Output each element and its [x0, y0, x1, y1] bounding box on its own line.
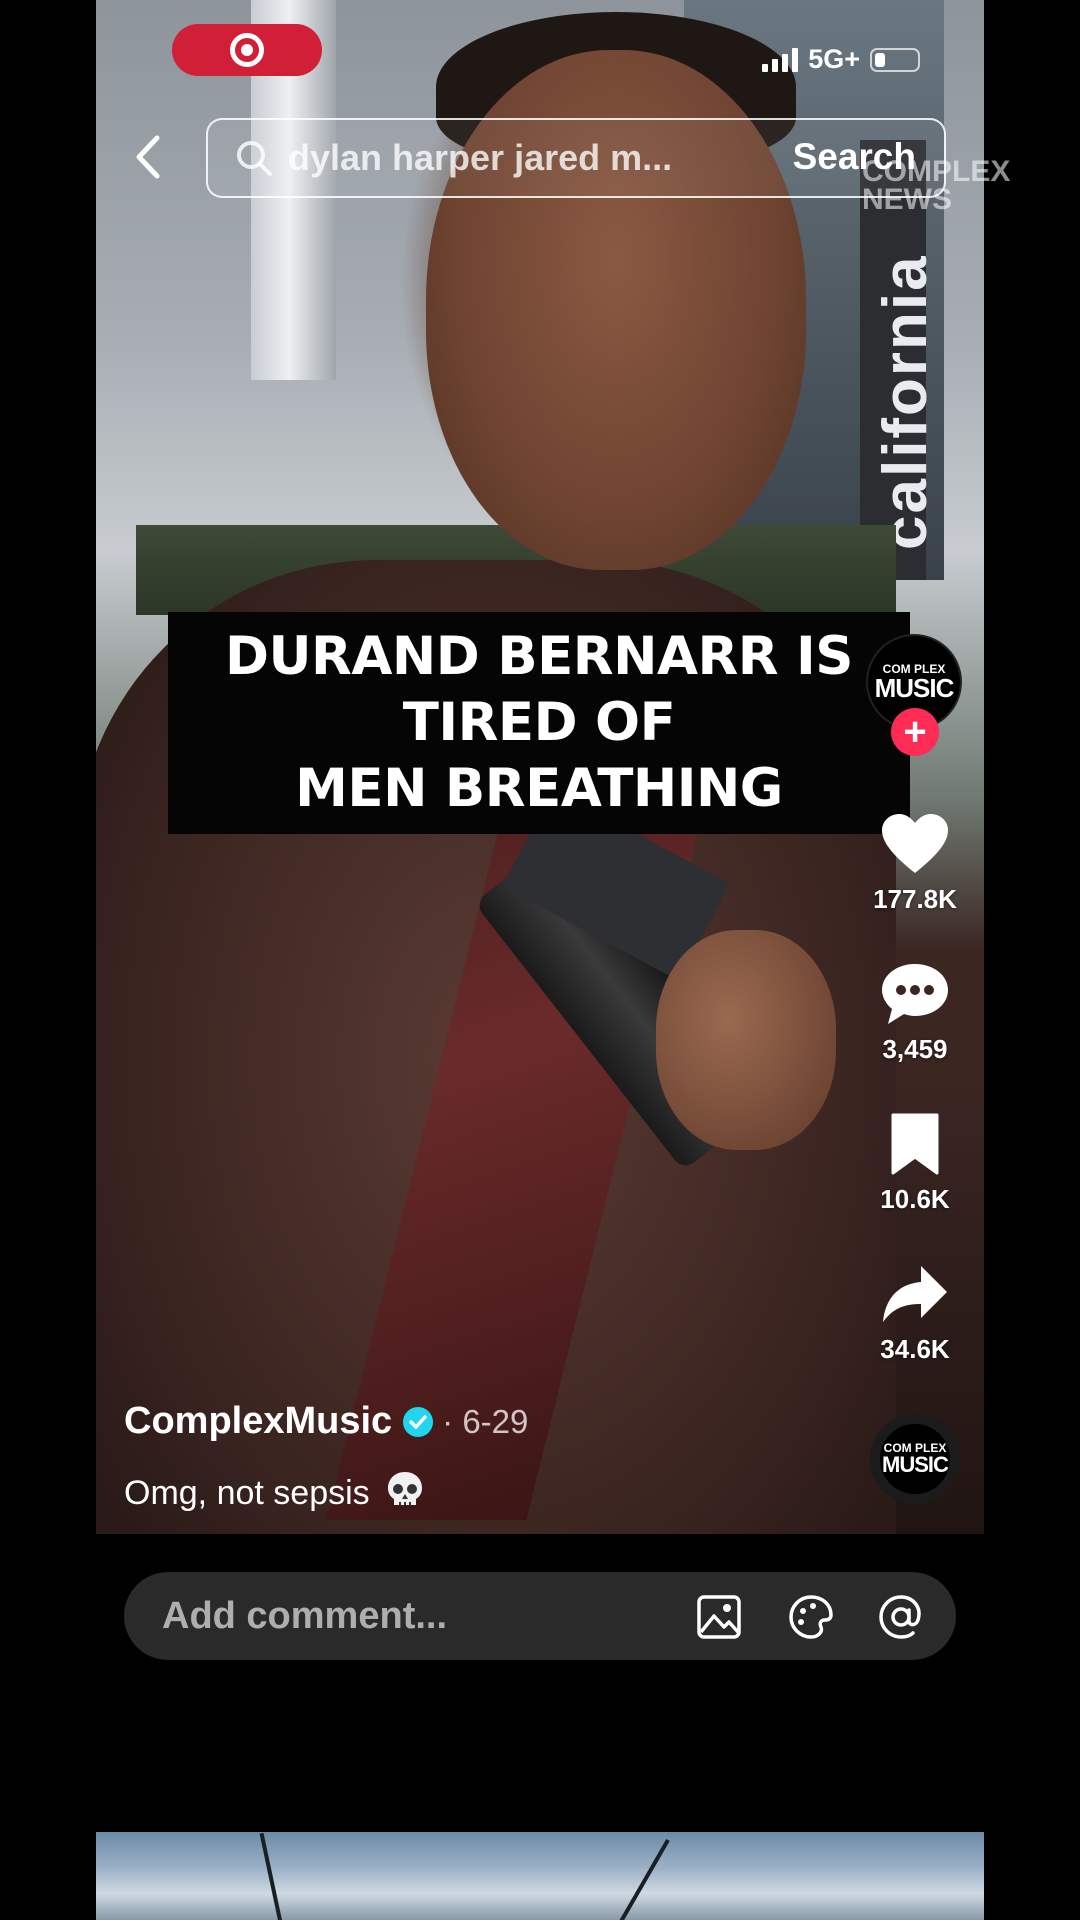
search-input[interactable]: dylan harper jared m... Search [206, 118, 946, 198]
status-indicators: 5G+ [762, 44, 920, 75]
like-count: 177.8K [873, 884, 957, 914]
video-caption-overlay: DURAND BERNARR IS TIRED OF MEN BREATHING [168, 612, 910, 834]
screen-recording-pill[interactable] [172, 24, 322, 76]
post-caption-text: Omg, not sepsis [124, 1474, 370, 1512]
comment-input[interactable]: Add comment... [124, 1572, 956, 1660]
comment-button[interactable]: 3,459 [850, 960, 980, 1065]
like-button[interactable]: 177.8K [850, 810, 980, 915]
signal-bars-icon [762, 47, 799, 72]
save-button[interactable]: 10.6K [850, 1110, 980, 1215]
search-query: dylan harper jared m... [288, 137, 673, 178]
emoji-icon[interactable] [788, 1594, 834, 1640]
interviewer-hand [656, 930, 836, 1150]
post-caption: Omg, not sepsis [124, 1470, 425, 1513]
next-video-preview[interactable] [96, 1832, 984, 1920]
verified-badge-icon [403, 1406, 434, 1437]
author-name[interactable]: ComplexMusic [124, 1400, 392, 1443]
battery-icon [870, 47, 920, 72]
power-wire [259, 1832, 289, 1920]
search-button[interactable]: Search [793, 136, 916, 178]
share-button[interactable]: 34.6K [850, 1260, 980, 1365]
heart-icon [882, 814, 948, 873]
music-disc[interactable]: COM PLEX MUSIC [870, 1414, 960, 1504]
target-logo-icon [230, 33, 264, 67]
author-row: ComplexMusic · 6-29 [124, 1400, 528, 1443]
share-count: 34.6K [880, 1334, 950, 1364]
caption-line-2: TIRED OF [402, 692, 676, 753]
disc-big-text: MUSIC [882, 1451, 949, 1477]
at-icon[interactable] [878, 1594, 924, 1640]
image-icon[interactable] [696, 1594, 742, 1640]
chevron-left-icon [136, 135, 160, 179]
comment-count: 3,459 [882, 1034, 948, 1064]
background-banner-text: california [871, 254, 940, 550]
follow-button[interactable]: + [891, 708, 939, 756]
avatar-big-text: MUSIC [874, 672, 955, 703]
post-date: · 6-29 [442, 1402, 529, 1440]
bookmark-icon [891, 1113, 939, 1175]
network-type: 5G+ [808, 44, 860, 74]
skull-emoji-icon [388, 1472, 423, 1505]
back-button[interactable] [128, 132, 168, 182]
save-count: 10.6K [880, 1184, 950, 1214]
search-icon [237, 141, 272, 176]
share-arrow-icon [883, 1266, 947, 1322]
comment-placeholder: Add comment... [162, 1594, 448, 1637]
caption-line-1: DURAND BERNARR IS [225, 626, 853, 687]
caption-line-3: MEN BREATHING [295, 758, 783, 819]
comment-bubble-icon [882, 964, 948, 1024]
power-wire [606, 1839, 670, 1920]
